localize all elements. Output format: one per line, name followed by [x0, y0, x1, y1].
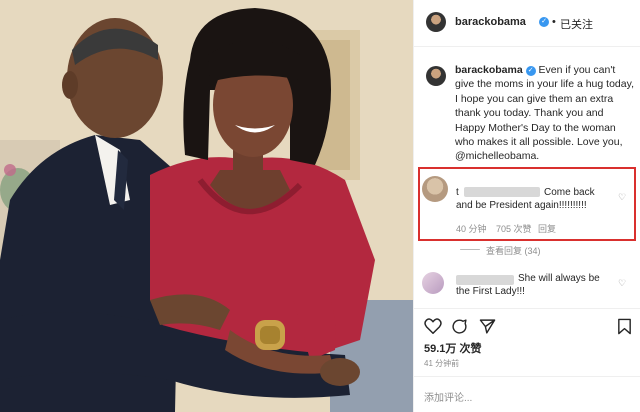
comment-avatar[interactable]	[422, 176, 448, 202]
separator-dot: •	[552, 16, 556, 28]
author-avatar[interactable]	[426, 12, 446, 32]
comment-text-line2: the First Lady!!!	[456, 286, 525, 297]
post-header: barackobama ✓ • 已关注	[414, 0, 640, 47]
like-count[interactable]: 59.1万 次赞	[424, 340, 481, 356]
verified-badge-icon: ✓	[525, 66, 536, 76]
post-photo[interactable]	[0, 0, 413, 412]
comment-time: 40 分钟	[456, 224, 487, 234]
comment-heart-icon[interactable]: ♡	[618, 192, 626, 203]
redacted-username	[456, 275, 514, 285]
author-username[interactable]: barackobama	[455, 16, 526, 28]
caption-avatar[interactable]	[426, 66, 446, 86]
comment-icon[interactable]	[451, 318, 468, 335]
view-replies-button[interactable]: 查看回复 (34)	[486, 244, 541, 257]
heart-icon[interactable]	[424, 318, 442, 334]
bookmark-icon[interactable]	[617, 318, 632, 335]
divider	[414, 376, 640, 377]
verified-badge-icon: ✓	[539, 17, 549, 27]
redacted-username	[464, 187, 540, 197]
caption-text: Even if you can't give the moms in your …	[455, 64, 634, 163]
share-icon[interactable]	[479, 318, 496, 335]
comment-heart-icon[interactable]: ♡	[618, 278, 626, 289]
comment-text-line1: Come back	[544, 187, 595, 198]
comment-text-line1: She will always be	[518, 273, 600, 284]
comment-username[interactable]: t	[456, 186, 459, 199]
post-sidebar: barackobama ✓ • 已关注 barackobama ✓ Even i…	[413, 0, 640, 412]
comment-text-line2: and be President again!!!!!!!!!!	[456, 200, 587, 211]
comment-likes[interactable]: 705 次赞	[496, 222, 532, 235]
divider	[414, 308, 640, 309]
post-caption: barackobama ✓ Even if you can't give the…	[455, 63, 635, 164]
following-button[interactable]: 已关注	[560, 16, 593, 32]
photo-illustration	[0, 0, 413, 412]
caption-username[interactable]: barackobama	[455, 64, 523, 76]
add-comment-input[interactable]: 添加评论...	[424, 389, 472, 404]
replies-divider	[460, 249, 480, 250]
post-time: 41 分钟前	[424, 359, 460, 368]
comment-reply-button[interactable]: 回复	[538, 222, 556, 235]
comment-avatar[interactable]	[422, 272, 444, 294]
